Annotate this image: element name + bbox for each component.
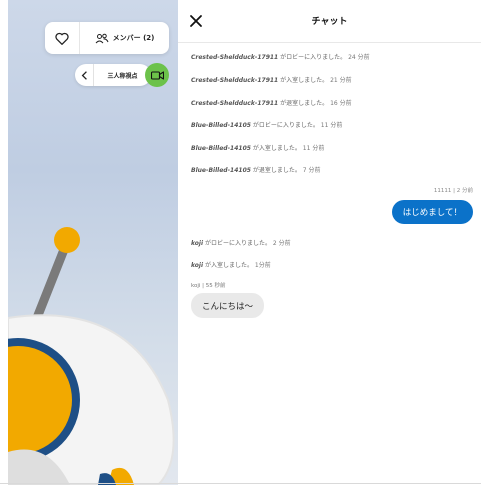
- system-message: Crested-Sheldduck-17911 がロビーに入りました。 24 分…: [191, 54, 370, 61]
- camera-button[interactable]: [145, 63, 169, 87]
- 3d-viewport[interactable]: メンバー (2) 三人称視点: [8, 0, 178, 485]
- chevron-left-icon: [81, 70, 87, 80]
- other-message-meta: koji | 55 秒前: [191, 283, 226, 289]
- system-message: koji がロビーに入りました。 2 分前: [191, 240, 291, 247]
- view-mode-label: 三人称視点: [107, 72, 138, 80]
- system-message: koji が入室しました。 1分前: [191, 262, 271, 269]
- my-message-meta: 11111 | 2 分前: [433, 188, 473, 194]
- system-message: Crested-Sheldduck-17911 が入室しました。 21 分前: [191, 77, 352, 84]
- chat-panel: チャット Crested-Sheldduck-17911 がロビーに入りました。…: [178, 0, 481, 485]
- my-message-bubble: はじめまして！: [391, 200, 473, 224]
- members-label: メンバー (2): [112, 34, 155, 42]
- bottom-divider: [0, 483, 481, 484]
- people-icon: [95, 33, 109, 43]
- view-back-button[interactable]: [75, 64, 94, 86]
- view-mode-toggle[interactable]: 三人称視点: [75, 64, 151, 86]
- top-toolbar: メンバー (2): [45, 22, 169, 54]
- system-message: Blue-Billed-14105 が退室しました。 7 分前: [191, 167, 321, 174]
- other-message-bubble: こんにちは〜: [191, 293, 265, 318]
- members-button[interactable]: メンバー (2): [80, 33, 169, 44]
- video-camera-icon: [150, 70, 164, 80]
- chat-title: チャット: [311, 17, 348, 27]
- system-message: Blue-Billed-14105 が入室しました。 11 分前: [191, 145, 325, 152]
- system-message: Crested-Sheldduck-17911 が退室しました。 16 分前: [191, 100, 352, 107]
- system-message: Blue-Billed-14105 がロビーに入りました。 11 分前: [191, 122, 343, 129]
- like-button[interactable]: [45, 22, 80, 54]
- chat-header: チャット: [178, 0, 481, 43]
- heart-icon: [55, 32, 69, 45]
